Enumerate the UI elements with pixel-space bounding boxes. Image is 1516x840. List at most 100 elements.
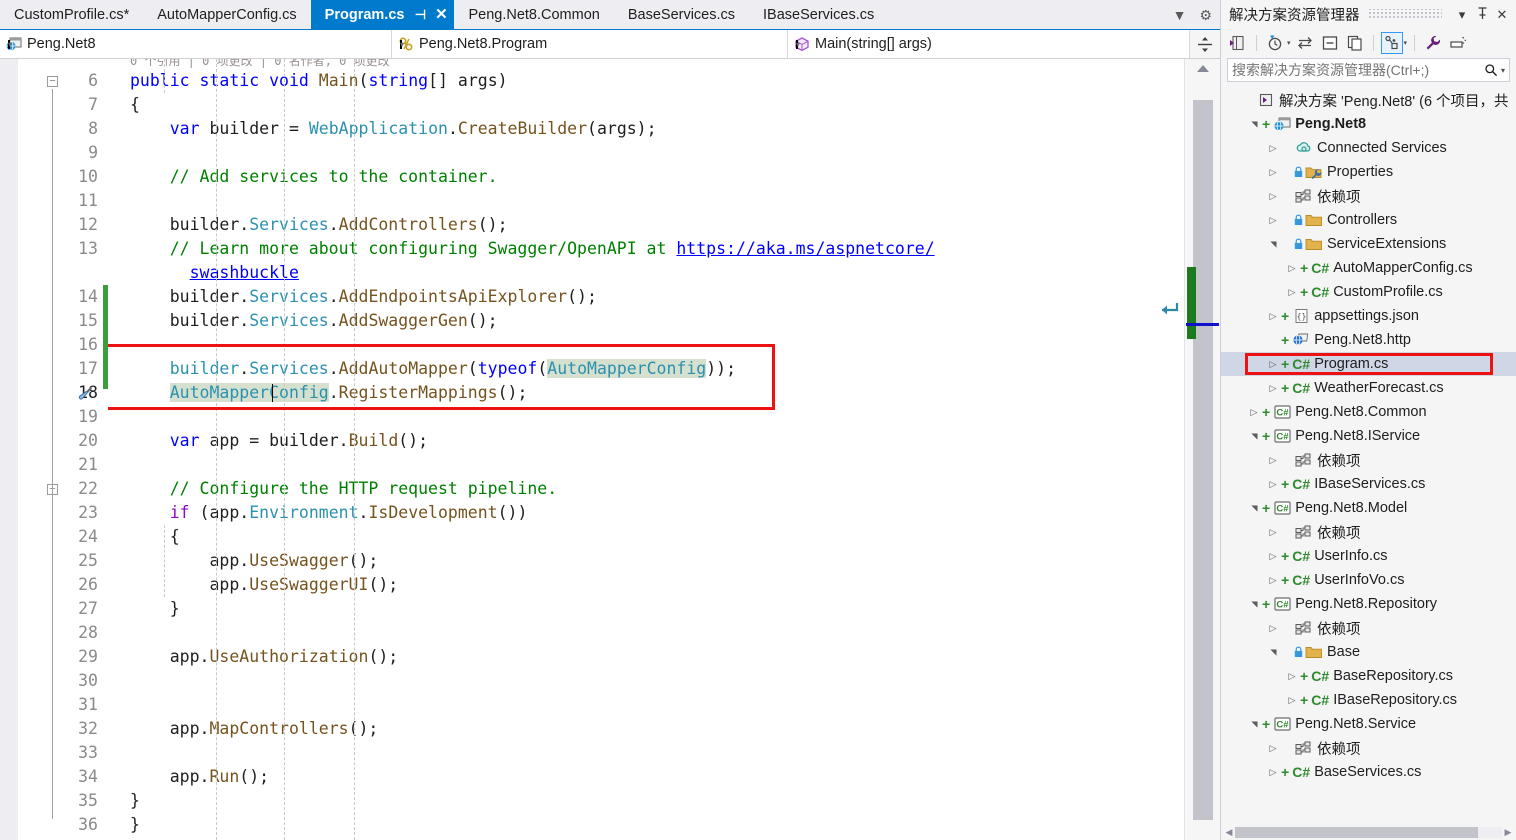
chevron-down-icon[interactable]: ▾: [1404, 39, 1408, 47]
scrollbar-thumb[interactable]: [1193, 100, 1213, 820]
navbar-project-dropdown[interactable]: Peng.Net8 ▾: [0, 30, 392, 58]
panel-dropdown-icon[interactable]: ▾: [1454, 8, 1470, 21]
tree-item[interactable]: ▷ + C# BaseRepository.cs: [1221, 664, 1516, 688]
code-line[interactable]: builder.Services.AddControllers();: [130, 213, 508, 237]
tree-item[interactable]: + Peng.Net8.http: [1221, 328, 1516, 352]
expander-collapsed-icon[interactable]: ▷: [1265, 143, 1281, 154]
expander-collapsed-icon[interactable]: ▷: [1265, 383, 1281, 394]
tab-automapper-config[interactable]: AutoMapperConfig.cs: [143, 0, 311, 29]
tree-item[interactable]: ▷ 依赖项: [1221, 448, 1516, 472]
code-line[interactable]: }: [130, 789, 140, 813]
tree-item[interactable]: ▷ Properties: [1221, 160, 1516, 184]
tab-overflow-icon[interactable]: ▼: [1173, 8, 1187, 22]
sync-with-active-document-icon[interactable]: [1294, 32, 1316, 54]
expander-collapsed-icon[interactable]: ▷: [1265, 455, 1281, 466]
code-line[interactable]: builder.Services.AddEndpointsApiExplorer…: [130, 285, 597, 309]
pending-changes-icon[interactable]: [1264, 32, 1286, 54]
hscroll-track[interactable]: [1235, 826, 1502, 838]
code-line[interactable]: app.MapControllers();: [130, 717, 379, 741]
expander-collapsed-icon[interactable]: ▷: [1265, 623, 1281, 634]
expander-collapsed-icon[interactable]: ▷: [1265, 167, 1281, 178]
tree-item[interactable]: ◢ + C# Peng.Net8.Repository: [1221, 592, 1516, 616]
code-line[interactable]: // Configure the HTTP request pipeline.: [130, 477, 557, 501]
expander-collapsed-icon[interactable]: ▷: [1265, 527, 1281, 538]
code-line[interactable]: // Add services to the container.: [130, 165, 498, 189]
solution-explorer-search[interactable]: ▾: [1227, 58, 1510, 82]
expander-expanded-icon[interactable]: ◢: [1250, 428, 1259, 444]
code-line[interactable]: }: [130, 597, 180, 621]
scroll-to-change-icon[interactable]: [1159, 299, 1183, 319]
scroll-left-arrow-icon[interactable]: ◀: [1223, 827, 1235, 838]
tab-program-cs[interactable]: Program.cs ⊣ ✕: [310, 0, 455, 29]
tree-item[interactable]: ▷ 依赖项: [1221, 184, 1516, 208]
expander-collapsed-icon[interactable]: ▷: [1284, 695, 1300, 706]
search-options-chevron-icon[interactable]: ▾: [1501, 66, 1505, 75]
expander-collapsed-icon[interactable]: ▷: [1265, 215, 1281, 226]
panel-close-icon[interactable]: ✕: [1494, 8, 1510, 21]
tree-item[interactable]: ▷ + {} appsettings.json: [1221, 304, 1516, 328]
code-line[interactable]: swashbuckle: [130, 261, 299, 285]
tree-item[interactable]: ▷ Connected Services: [1221, 136, 1516, 160]
expander-collapsed-icon[interactable]: ▷: [1265, 767, 1281, 778]
solution-explorer-horizontal-scrollbar[interactable]: ◀ ▶: [1221, 824, 1516, 840]
preview-selected-items-icon[interactable]: [1447, 32, 1469, 54]
tree-item[interactable]: ▷ + C# CustomProfile.cs: [1221, 280, 1516, 304]
tree-item[interactable]: ▷ + C# BaseServices.cs: [1221, 760, 1516, 784]
expander-collapsed-icon[interactable]: ▷: [1265, 191, 1281, 202]
tree-item[interactable]: ▷ + C# IBaseServices.cs: [1221, 472, 1516, 496]
expander-collapsed-icon[interactable]: ▷: [1265, 551, 1281, 562]
tree-item[interactable]: ▷ 依赖项: [1221, 616, 1516, 640]
pin-tab-icon[interactable]: ⊣: [413, 8, 427, 21]
code-surface[interactable]: 0 个引用 | 0 项更改 | 0 名作者, 0 项更改 public stat…: [108, 59, 1184, 840]
tree-item[interactable]: ▷ + C# UserInfo.cs: [1221, 544, 1516, 568]
code-line[interactable]: if (app.Environment.IsDevelopment()): [130, 501, 528, 525]
expander-collapsed-icon[interactable]: ▷: [1265, 575, 1281, 586]
expander-expanded-icon[interactable]: ◢: [1250, 716, 1259, 732]
expander-collapsed-icon[interactable]: ▷: [1284, 263, 1300, 274]
tab-custom-profile[interactable]: CustomProfile.cs*: [0, 0, 144, 29]
show-all-files-icon[interactable]: [1344, 32, 1366, 54]
collapse-region-icon[interactable]: –: [47, 76, 58, 87]
code-line[interactable]: app.UseAuthorization();: [130, 645, 399, 669]
expander-collapsed-icon[interactable]: ▷: [1284, 671, 1300, 682]
tree-item[interactable]: ▷ + C# WeatherForecast.cs: [1221, 376, 1516, 400]
magnifier-icon[interactable]: [1484, 63, 1498, 77]
tree-item[interactable]: ◢ Base: [1221, 640, 1516, 664]
view-code-icon[interactable]: [1380, 32, 1403, 54]
tab-peng-net8-common[interactable]: Peng.Net8.Common: [454, 0, 614, 29]
expander-collapsed-icon[interactable]: ▷: [1265, 359, 1281, 370]
code-line[interactable]: app.UseSwaggerUI();: [130, 573, 398, 597]
panel-drag-grip[interactable]: [1367, 9, 1442, 19]
split-window-icon[interactable]: [1190, 30, 1220, 58]
code-line[interactable]: }: [130, 813, 140, 837]
panel-pin-icon[interactable]: [1474, 6, 1490, 22]
scroll-up-arrow-icon[interactable]: [1196, 65, 1209, 72]
code-line[interactable]: builder.Services.AddSwaggerGen();: [130, 309, 498, 333]
tree-item[interactable]: 解决方案 'Peng.Net8' (6 个项目，共: [1221, 88, 1516, 112]
close-tab-icon[interactable]: ✕: [434, 7, 448, 22]
expander-expanded-icon[interactable]: ◢: [1269, 644, 1278, 660]
code-line[interactable]: {: [130, 525, 180, 549]
code-line[interactable]: builder.Services.AddAutoMapper(typeof(Au…: [130, 357, 736, 381]
tree-item[interactable]: ◢ ServiceExtensions: [1221, 232, 1516, 256]
solution-tree[interactable]: 解决方案 'Peng.Net8' (6 个项目，共 ◢ + Peng.Net8 ▷ Con…: [1221, 86, 1516, 824]
chevron-down-icon[interactable]: ▾: [1287, 39, 1291, 47]
properties-wrench-icon[interactable]: [1422, 32, 1444, 54]
home-icon[interactable]: [1227, 32, 1249, 54]
collapse-all-icon[interactable]: [1319, 32, 1341, 54]
expander-collapsed-icon[interactable]: ▷: [1265, 479, 1281, 490]
expander-collapsed-icon[interactable]: ▷: [1265, 311, 1281, 322]
tree-item[interactable]: ◢ + Peng.Net8: [1221, 112, 1516, 136]
code-line[interactable]: var builder = WebApplication.CreateBuild…: [130, 117, 657, 141]
expander-collapsed-icon[interactable]: ▷: [1246, 407, 1262, 418]
expander-expanded-icon[interactable]: ◢: [1269, 236, 1278, 252]
navbar-member-dropdown[interactable]: Main(string[] args) ▾: [788, 30, 1190, 58]
code-line[interactable]: var app = builder.Build();: [130, 429, 428, 453]
tree-item[interactable]: ▷ + C# Peng.Net8.Common: [1221, 400, 1516, 424]
tab-ibase-services[interactable]: IBaseServices.cs: [749, 0, 889, 29]
code-editor[interactable]: 6789101112131415161718192021222324252627…: [0, 59, 1220, 840]
tree-item[interactable]: ▷ Controllers: [1221, 208, 1516, 232]
tree-item[interactable]: ▷ + C# IBaseRepository.cs: [1221, 688, 1516, 712]
expander-collapsed-icon[interactable]: ▷: [1265, 743, 1281, 754]
code-line[interactable]: AutoMapperConfig.RegisterMappings();: [130, 381, 527, 405]
